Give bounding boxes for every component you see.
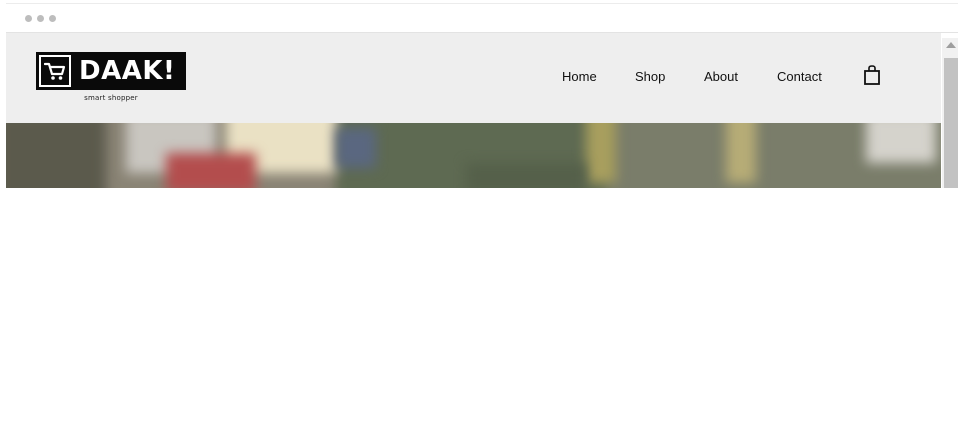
nav-about[interactable]: About <box>704 69 738 84</box>
vertical-scrollbar[interactable] <box>942 38 958 188</box>
page-viewport: DAAK! smart shopper Home Shop About Cont… <box>6 33 958 188</box>
brand-logo[interactable]: DAAK! <box>36 52 186 90</box>
shopping-bag-icon[interactable] <box>863 65 881 85</box>
brand-tagline: smart shopper <box>84 94 138 102</box>
window-minimize-dot[interactable] <box>37 15 44 22</box>
window-titlebar <box>6 3 958 33</box>
window-maximize-dot[interactable] <box>49 15 56 22</box>
hero-banner-image <box>6 123 941 188</box>
site-header: DAAK! smart shopper Home Shop About Cont… <box>6 33 941 123</box>
browser-window: DAAK! smart shopper Home Shop About Cont… <box>0 0 958 424</box>
nav-contact[interactable]: Contact <box>777 69 822 84</box>
window-close-dot[interactable] <box>25 15 32 22</box>
shopping-cart-icon <box>39 55 71 87</box>
brand-name: DAAK! <box>79 56 176 86</box>
scroll-up-arrow-icon[interactable] <box>946 42 956 48</box>
nav-shop[interactable]: Shop <box>635 69 665 84</box>
scrollbar-thumb[interactable] <box>944 58 958 188</box>
nav-home[interactable]: Home <box>562 69 597 84</box>
